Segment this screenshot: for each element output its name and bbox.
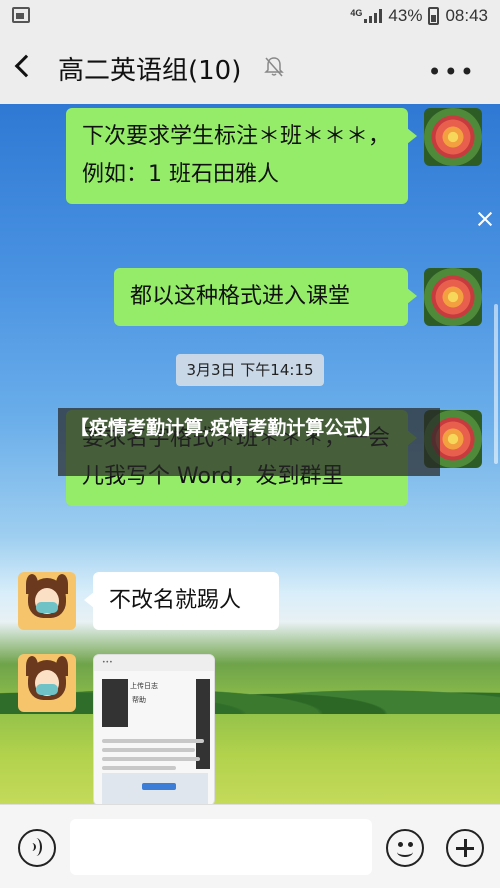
thumbnail-text-lines — [102, 739, 208, 775]
chat-area[interactable]: 下次要求学生标注＊班＊＊＊，例如：1 班石田雅人 都以这种格式进入课堂 3月3日… — [0, 104, 500, 804]
thumbnail-title: 上传日志 — [130, 682, 158, 690]
plus-icon[interactable] — [446, 829, 484, 867]
avatar[interactable] — [18, 654, 76, 712]
back-arrow-icon[interactable] — [14, 54, 38, 78]
more-menu-icon[interactable]: ••• — [428, 58, 476, 86]
network-type: 4G — [350, 7, 363, 18]
thumbnail-subtitle: 帮助 — [132, 696, 146, 704]
message-bubble-sent[interactable]: 下次要求学生标注＊班＊＊＊，例如：1 班石田雅人 — [66, 108, 417, 204]
voice-icon[interactable] — [18, 829, 56, 867]
message-bubble-sent[interactable]: 都以这种格式进入课堂 — [114, 268, 417, 326]
message-timestamp: 3月3日 下午14:15 — [176, 354, 324, 386]
thumbnail-header: ••• — [94, 655, 214, 671]
status-bar: 4G 43% 08:43 — [0, 0, 500, 34]
chat-title: 高二英语组(10) — [58, 56, 242, 86]
gallery-notification-icon — [12, 7, 30, 23]
message-text: 不改名就踢人 — [109, 588, 242, 613]
emoji-icon[interactable] — [386, 829, 424, 867]
battery-icon — [428, 7, 440, 25]
thumbnail-sidebar — [102, 679, 128, 727]
message-text: 都以这种格式进入课堂 — [130, 284, 351, 309]
battery-percent: 43% — [388, 6, 423, 25]
message-text: 下次要求学生标注＊班＊＊＊，例如：1 班石田雅人 — [82, 124, 391, 187]
clock: 08:43 — [445, 6, 488, 25]
close-icon[interactable] — [476, 210, 494, 228]
bell-off-icon — [264, 57, 284, 77]
overlay-caption: 【疫情考勤计算,疫情考勤计算公式】 — [58, 408, 440, 476]
status-indicators: 4G 43% 08:43 — [350, 6, 488, 26]
message-bubble-received[interactable]: 不改名就踢人 — [84, 572, 279, 630]
avatar[interactable] — [424, 108, 482, 166]
avatar[interactable] — [18, 572, 76, 630]
message-input[interactable] — [70, 819, 372, 875]
chat-header: 高二英语组(10) ••• — [0, 34, 500, 104]
thumbnail-screenshot — [102, 773, 208, 804]
input-bar — [0, 804, 500, 888]
image-message-thumbnail[interactable]: ••• 上传日志 帮助 — [93, 654, 215, 804]
scrollbar[interactable] — [494, 304, 498, 464]
avatar[interactable] — [424, 268, 482, 326]
signal-icon — [364, 9, 383, 23]
